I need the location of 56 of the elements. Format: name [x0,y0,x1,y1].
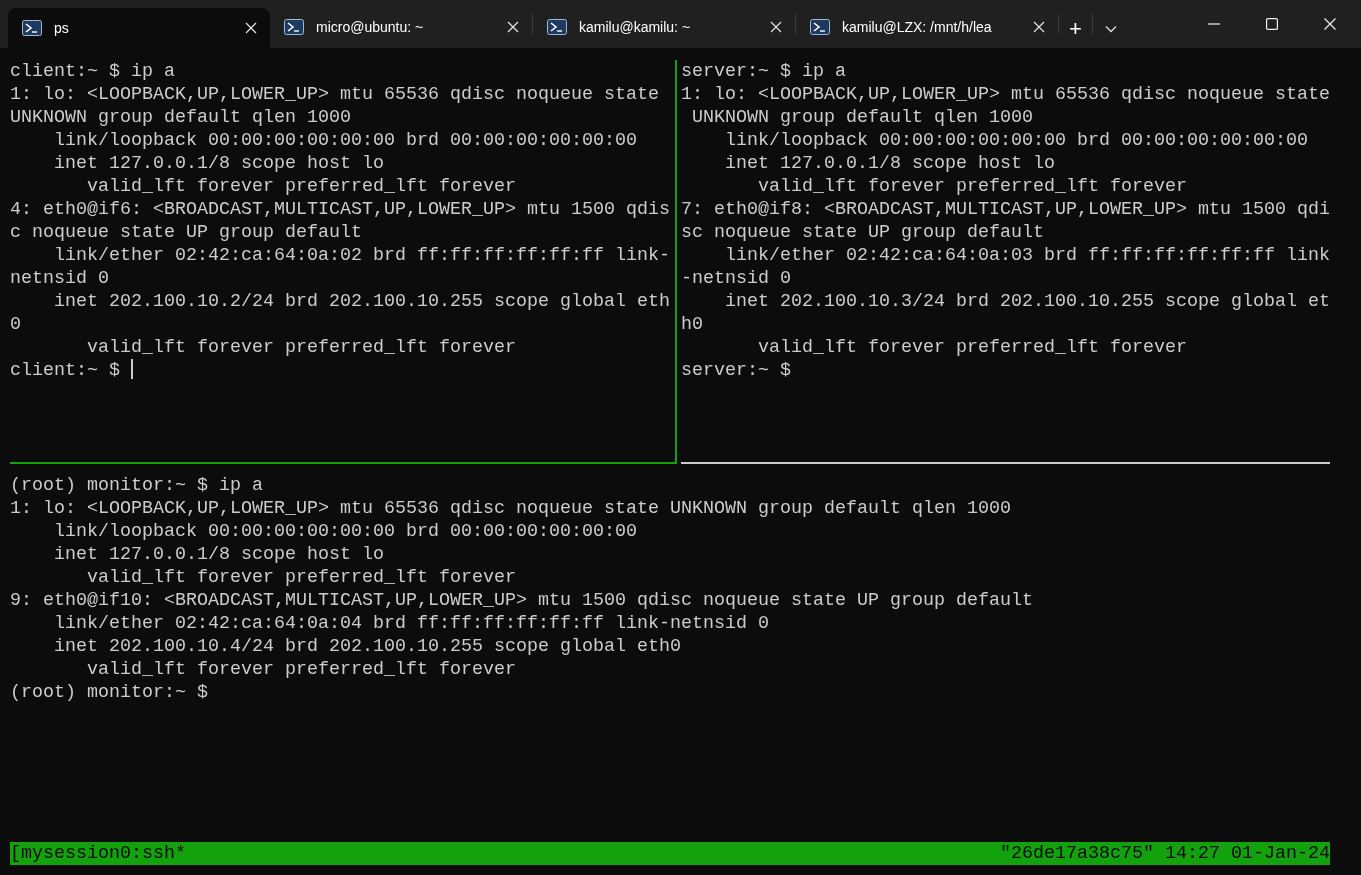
status-text: [mysession0:ssh* [10,842,186,865]
terminal-line: valid_lft forever preferred_lft forever [757,336,1188,359]
close-icon[interactable] [1324,18,1336,30]
terminal-line: 4: eth0@if6: <BROADCAST,MULTICAST,UP,LOWER_UP> mtu 1500 qdis [10,198,671,221]
terminal-icon [547,19,567,35]
terminal-line: 1: lo: <LOOPBACK,UP,LOWER_UP> mtu 65536 qdisc noqueue state UNKNOWN group default qlen 1000 [10,497,1012,520]
terminal-line: client:~ $ [10,359,675,382]
terminal-line: (root) monitor:~ $ [10,681,209,704]
terminal-line: inet 202.100.10.3/24 brd 202.100.10.255 scope global et [724,290,1330,313]
maximize-icon[interactable] [1266,18,1278,30]
terminal-line: link/ether 02:42:ca:64:0a:04 brd ff:ff:ff:ff:ff:ff link-netnsid 0 [53,612,770,635]
terminal-line: 1: lo: <LOOPBACK,UP,LOWER_UP> mtu 65536 qdisc noqueue state [10,83,660,106]
terminal-line: link/loopback 00:00:00:00:00:00 brd 00:00:00:00:00:00 [53,129,638,152]
terminal-line: netnsid 0 [10,267,110,290]
terminal-line: inet 202.100.10.2/24 brd 202.100.10.255 scope global eth [53,290,671,313]
terminal-line: link/loopback 00:00:00:00:00:00 brd 00:00:00:00:00:00 [724,129,1309,152]
tab[interactable]: kamilu@kamilu: ~ [533,8,795,46]
terminal-line: inet 127.0.0.1/8 scope host lo [53,152,385,175]
close-icon[interactable] [244,21,258,35]
terminal-line: inet 202.100.10.4/24 brd 202.100.10.255 scope global eth0 [53,635,682,658]
status-text: "26de17a38c75" 14:27 01-Jan-24 [1000,842,1330,865]
terminal-line: UNKNOWN group default qlen 1000 [691,106,1034,129]
terminal-line: link/ether 02:42:ca:64:0a:02 brd ff:ff:ff:ff:ff:ff link- [53,244,671,267]
terminal-line: client:~ $ ip a [10,60,176,83]
terminal-line: c noqueue state UP group default [10,221,363,244]
terminal-icon [284,19,304,35]
terminal-line: valid_lft forever preferred_lft forever [757,175,1188,198]
terminal-line: 1: lo: <LOOPBACK,UP,LOWER_UP> mtu 65536 qdisc noqueue state [681,83,1330,106]
terminal-line: server:~ $ [681,359,792,382]
chevron-icon [1104,25,1117,33]
terminal-icon [810,19,830,35]
terminal-line: 0 [10,313,22,336]
terminal-line: -netnsid 0 [681,267,792,290]
close-icon[interactable] [506,20,520,34]
terminal-line: (root) monitor:~ $ ip a [10,474,264,497]
terminal-line: inet 127.0.0.1/8 scope host lo [53,543,385,566]
terminal-line: valid_lft forever preferred_lft forever [86,175,517,198]
terminal-line: valid_lft forever preferred_lft forever [86,658,517,681]
terminal-line: valid_lft forever preferred_lft forever [86,336,517,359]
tab[interactable]: ps [8,8,270,48]
terminal-line: UNKNOWN group default qlen 1000 [10,106,352,129]
terminal-line: 9: eth0@if10: <BROADCAST,MULTICAST,UP,LOWER_UP> mtu 1500 qdisc noqueue state UP group default [10,589,1034,612]
terminal-line: valid_lft forever preferred_lft forever [86,566,517,589]
terminal-line: inet 127.0.0.1/8 scope host lo [724,152,1056,175]
tab[interactable]: micro@ubuntu: ~ [270,8,532,46]
close-icon[interactable] [1032,20,1046,34]
terminal-line: link/loopback 00:00:00:00:00:00 brd 00:00:00:00:00:00 [53,520,638,543]
terminal-icon [22,20,42,36]
terminal-line: link/ether 02:42:ca:64:0a:03 brd ff:ff:ff:ff:ff:ff link [724,244,1330,267]
terminal-line: server:~ $ ip a [681,60,847,83]
terminal-line: 7: eth0@if8: <BROADCAST,MULTICAST,UP,LOWER_UP> mtu 1500 qdi [681,198,1330,221]
close-icon[interactable] [769,20,783,34]
terminal-line: sc noqueue state UP group default [681,221,1045,244]
tab[interactable]: kamilu@LZX: /mnt/h/lea [796,8,1058,46]
terminal-line: h0 [681,313,704,336]
new-tab-button[interactable]: + [1059,10,1092,48]
